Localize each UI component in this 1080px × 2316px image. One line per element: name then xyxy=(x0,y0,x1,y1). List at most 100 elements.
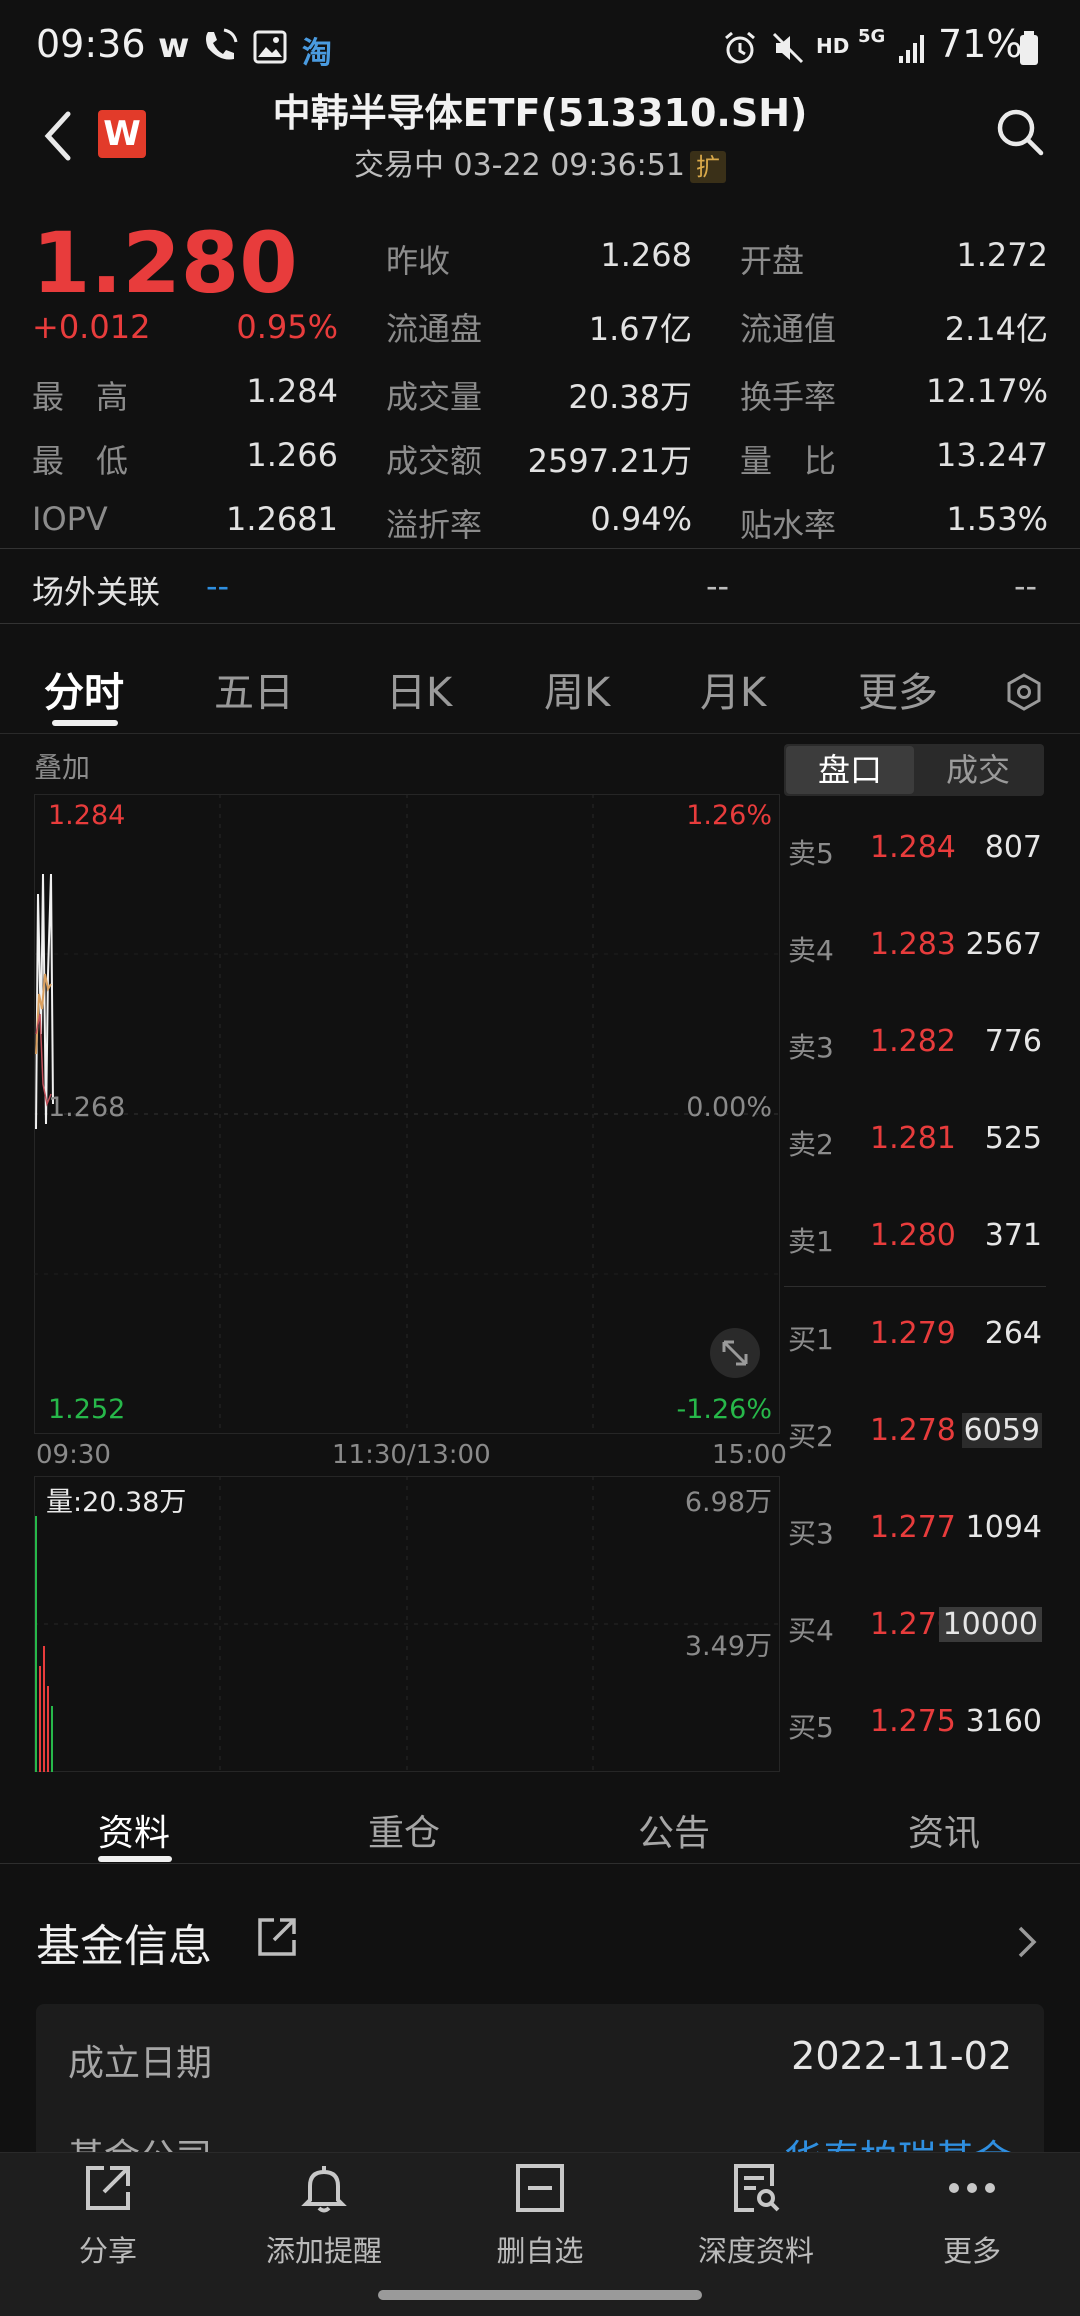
ask-row-5[interactable]: 卖5 1.284 807 xyxy=(784,820,1046,880)
fullscreen-button[interactable] xyxy=(710,1328,760,1378)
time-axis-mid: 11:30/13:00 xyxy=(332,1440,491,1470)
volume-chart[interactable]: 量:20.38万 6.98万 3.49万 xyxy=(34,1476,780,1772)
remove-watchlist-button[interactable]: 删自选 xyxy=(450,2160,630,2270)
tab-monthly-k[interactable]: 月K xyxy=(700,660,766,718)
bid-row-1[interactable]: 买1 1.279 264 xyxy=(784,1306,1046,1366)
otc-row[interactable]: 场外关联 -- -- -- xyxy=(0,548,1080,624)
tab-daily-k[interactable]: 日K xyxy=(386,660,452,718)
home-indicator[interactable] xyxy=(378,2290,702,2300)
bid-row-5[interactable]: 买5 1.275 3160 xyxy=(784,1694,1046,1754)
volume-ratio-label: 量 比 xyxy=(740,442,837,480)
premium-value: 0.94% xyxy=(590,500,692,538)
ask-label: 卖1 xyxy=(788,1225,834,1258)
premium-label: 溢折率 xyxy=(386,506,483,544)
share-label: 分享 xyxy=(78,2234,137,2268)
pct-axis-mid: 0.00% xyxy=(686,1092,772,1123)
turnover-value: 2597.21万 xyxy=(527,442,692,480)
bell-icon xyxy=(301,2166,347,2213)
settings-icon[interactable] xyxy=(1004,672,1044,712)
tab-news[interactable]: 资讯 xyxy=(908,1804,980,1856)
deep-data-button[interactable]: 深度资料 xyxy=(666,2160,846,2270)
price-axis-mid: 1.268 xyxy=(48,1092,126,1123)
intraday-chart[interactable]: 1.284 1.268 1.252 1.26% 0.00% -1.26% xyxy=(34,794,780,1434)
trading-status-row: 交易中 03-22 09:36:51 扩 xyxy=(0,140,1080,184)
volume-bar xyxy=(39,1666,41,1772)
bid-volume: 3160 xyxy=(965,1704,1042,1739)
volume-value: 20.38万 xyxy=(568,378,692,416)
book-toggle: 盘口 成交 xyxy=(784,744,1044,796)
turnover-rate-value: 12.17% xyxy=(925,372,1048,410)
bid-price: 1.277 xyxy=(870,1510,956,1545)
fund-info-card: 成立日期 2022-11-02 基金公司 华泰柏瑞基金 xyxy=(36,2004,1044,2181)
external-link-icon[interactable] xyxy=(254,1914,300,1960)
average-line xyxy=(35,973,52,1055)
tab-order-book[interactable]: 盘口 xyxy=(786,746,914,794)
bid-label: 买2 xyxy=(788,1420,834,1453)
book-divider xyxy=(784,1286,1046,1287)
volume-axis-top: 6.98万 xyxy=(684,1487,772,1518)
overlay-button[interactable]: 叠加 xyxy=(34,746,90,786)
tab-five-day[interactable]: 五日 xyxy=(214,660,294,718)
quote-panel: 1.280 +0.012 0.95% 最 高 1.284 最 低 1.266 I… xyxy=(0,210,1080,550)
bid-price: 1.279 xyxy=(870,1316,956,1351)
tab-weekly-k[interactable]: 周K xyxy=(544,660,610,718)
ask-price: 1.281 xyxy=(870,1121,956,1156)
current-price: 1.280 xyxy=(32,214,298,312)
ask-price: 1.280 xyxy=(870,1218,956,1253)
ask-label: 卖4 xyxy=(788,934,834,967)
pct-axis-top: 1.26% xyxy=(686,800,772,831)
tab-announcements[interactable]: 公告 xyxy=(638,1804,710,1856)
ask-price: 1.283 xyxy=(870,927,956,962)
ask-row-2[interactable]: 卖2 1.281 525 xyxy=(784,1111,1046,1171)
volume-ratio-value: 13.247 xyxy=(936,436,1048,474)
share-icon xyxy=(86,2166,130,2210)
tab-intraday[interactable]: 分时 xyxy=(44,660,124,718)
battery-percent: 71% xyxy=(938,22,1023,66)
more-label: 更多 xyxy=(942,2234,1001,2268)
open-label: 开盘 xyxy=(740,242,805,280)
otc-label: 场外关联 xyxy=(32,573,161,611)
tab-more[interactable]: 更多 xyxy=(858,660,938,718)
bid-label: 买3 xyxy=(788,1517,834,1550)
ask-volume: 807 xyxy=(984,830,1042,865)
tab-trades[interactable]: 成交 xyxy=(914,746,1042,794)
bid-volume: 6059 xyxy=(961,1413,1042,1448)
ask-row-4[interactable]: 卖4 1.283 2567 xyxy=(784,917,1046,977)
volume-bar xyxy=(51,1706,53,1772)
discount-value: 1.53% xyxy=(946,500,1048,538)
gallery-icon xyxy=(253,30,287,64)
volume-bar xyxy=(35,1516,37,1772)
expand-badge[interactable]: 扩 xyxy=(690,151,727,183)
chart-tab-bar: 分时 五日 日K 周K 月K 更多 xyxy=(0,650,1080,734)
fund-info-section: 基金信息 成立日期 2022-11-02 基金公司 华泰柏瑞基金 xyxy=(0,1900,1080,2181)
otc-value-1: -- xyxy=(206,567,230,605)
share-button[interactable]: 分享 xyxy=(18,2160,198,2270)
price-change: +0.012 xyxy=(32,308,151,346)
high-label: 最 高 xyxy=(32,378,129,416)
bid-row-2[interactable]: 买2 1.278 6059 xyxy=(784,1403,1046,1463)
taobao-icon: 淘 xyxy=(302,36,332,71)
ask-volume: 2567 xyxy=(965,927,1042,962)
bid-price: 1.275 xyxy=(870,1704,956,1739)
w-app-icon: w xyxy=(158,26,190,66)
tab-holdings[interactable]: 重仓 xyxy=(368,1804,440,1856)
more-button[interactable]: 更多 xyxy=(882,2160,1062,2270)
fund-info-title: 基金信息 xyxy=(36,1921,212,1972)
bid-row-4[interactable]: 买4 1.276 10000 xyxy=(784,1597,1046,1657)
ask-row-1[interactable]: 卖1 1.280 371 xyxy=(784,1208,1046,1268)
hd-indicator: HD xyxy=(816,34,850,58)
trading-status: 交易中 03-22 09:36:51 xyxy=(353,148,685,183)
volume-bar xyxy=(47,1686,49,1772)
more-dots-icon xyxy=(949,2183,995,2193)
float-shares-value: 1.67亿 xyxy=(588,310,692,348)
high-value: 1.284 xyxy=(246,372,338,410)
search-icon[interactable] xyxy=(994,106,1046,158)
add-alert-button[interactable]: 添加提醒 xyxy=(234,2160,414,2270)
chevron-right-icon[interactable] xyxy=(1014,1922,1040,1962)
tab-profile[interactable]: 资料 xyxy=(98,1804,170,1856)
price-axis-bottom: 1.252 xyxy=(48,1394,126,1425)
bid-row-3[interactable]: 买3 1.277 1094 xyxy=(784,1500,1046,1560)
volume-label: 成交量 xyxy=(386,378,483,416)
low-value: 1.266 xyxy=(246,436,338,474)
ask-row-3[interactable]: 卖3 1.282 776 xyxy=(784,1014,1046,1074)
